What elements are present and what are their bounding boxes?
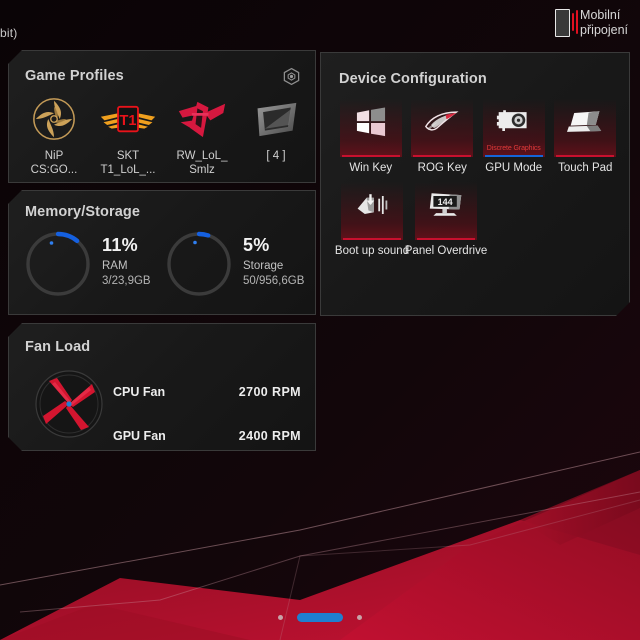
storage-detail: 50/956,6GB bbox=[243, 275, 305, 287]
memory-storage-title: Memory/Storage bbox=[25, 204, 141, 220]
windows-logo-icon bbox=[340, 105, 402, 139]
gpu-mode-underline bbox=[485, 155, 543, 157]
game-profiles-title: Game Profiles bbox=[25, 68, 124, 84]
game-profile-line1: RW_LoL_ bbox=[176, 150, 228, 162]
game-profile-line1: [ 4 ] bbox=[266, 150, 286, 162]
ram-label: RAM bbox=[102, 260, 128, 272]
hex-gear-icon[interactable] bbox=[282, 67, 301, 86]
game-profile-line2: T1_LoL_... bbox=[100, 164, 156, 176]
rog-key-label: ROG Key bbox=[417, 162, 467, 174]
game-profile-line2: Smlz bbox=[189, 164, 215, 176]
storage-gauge-text: 5% Storage 50/956,6GB bbox=[243, 229, 304, 287]
device-configuration-title: Device Configuration bbox=[339, 71, 487, 87]
device-item-touch-pad[interactable]: Touch Pad bbox=[550, 99, 622, 174]
boot-up-sound-underline bbox=[343, 238, 401, 240]
device-item-empty bbox=[552, 182, 621, 257]
device-configuration-row: Boot up sound 144 Panel Overdrive bbox=[335, 182, 621, 257]
win-key-underline bbox=[342, 155, 400, 157]
fan-row: CPU Fan 2700 RPM bbox=[113, 372, 301, 412]
win-key-tile[interactable] bbox=[340, 99, 402, 157]
boot-up-sound-label: Boot up sound bbox=[334, 245, 410, 257]
game-profile-label: RW_LoL_ Smlz bbox=[165, 149, 239, 177]
device-item-empty bbox=[483, 182, 552, 257]
game-profiles-list: NiP CS:GO... T1 SKT T1_LoL_... RW_LoL_ S… bbox=[17, 95, 307, 177]
ram-percent: 11% bbox=[102, 235, 138, 255]
game-profile-label: SKT T1_LoL_... bbox=[91, 149, 165, 177]
storage-gauge-ring bbox=[166, 231, 232, 297]
fan-blades-icon bbox=[33, 368, 105, 440]
mobile-connection-indicator[interactable]: Mobilní připojení bbox=[555, 8, 628, 38]
empty-slot-icon bbox=[245, 95, 307, 143]
active-window-pill[interactable] bbox=[297, 613, 343, 622]
storage-gauge-block: 5% Storage 50/956,6GB bbox=[164, 229, 305, 299]
gpu-fan-value: 2400 RPM bbox=[238, 429, 301, 443]
ram-gauge-block: 11% RAM 3/23,9GB bbox=[23, 229, 164, 299]
laptop-touchpad-icon bbox=[554, 105, 616, 139]
memory-storage-gauges: 11% RAM 3/23,9GB 5% Storage 50/956,6GB bbox=[23, 229, 305, 299]
ram-gauge-text: 11% RAM 3/23,9GB bbox=[102, 229, 151, 287]
memory-storage-panel: Memory/Storage 11% RAM 3/23,9GB 5% Stora… bbox=[8, 190, 316, 315]
graphics-card-icon bbox=[483, 105, 545, 139]
fan-load-panel: Fan Load CPU Fan 2700 RPM GPU Fan 2400 R… bbox=[8, 323, 316, 451]
ram-detail: 3/23,9GB bbox=[102, 275, 151, 287]
fan-row: GPU Fan 2400 RPM bbox=[113, 416, 301, 456]
game-profile-item[interactable]: [ 4 ] bbox=[239, 95, 313, 177]
game-profile-line2: CS:GO... bbox=[30, 164, 78, 176]
svg-text:T1: T1 bbox=[120, 112, 137, 128]
gpu-mode-state: Discrete Graphics bbox=[486, 145, 541, 152]
mobile-connection-line1: Mobilní bbox=[580, 8, 621, 22]
device-item-gpu-mode[interactable]: Discrete Graphics GPU Mode bbox=[478, 99, 550, 174]
taskbar-dot-right bbox=[357, 615, 362, 620]
window-title-fragment: bit) bbox=[0, 26, 18, 40]
game-profile-label: [ 4 ] bbox=[239, 149, 313, 163]
touch-pad-underline bbox=[556, 155, 614, 157]
game-profile-item[interactable]: RW_LoL_ Smlz bbox=[165, 95, 239, 177]
taskbar-dot-left bbox=[278, 615, 283, 620]
storage-percent: 5% bbox=[243, 235, 270, 255]
cpu-fan-value: 2700 RPM bbox=[238, 385, 301, 399]
svg-text:144: 144 bbox=[438, 197, 453, 207]
rog-eye-icon bbox=[411, 105, 473, 139]
device-item-rog-key[interactable]: ROG Key bbox=[407, 99, 479, 174]
panel-overdrive-tile[interactable]: 144 bbox=[415, 182, 477, 240]
rog-key-tile[interactable] bbox=[411, 99, 473, 157]
storage-label: Storage bbox=[243, 260, 284, 272]
win-key-label: Win Key bbox=[349, 162, 393, 174]
boot-up-sound-tile[interactable] bbox=[341, 182, 403, 240]
taskbar-indicator-group bbox=[0, 613, 640, 622]
rog-key-underline bbox=[413, 155, 471, 157]
rw-lol-arrow-icon bbox=[171, 95, 233, 143]
device-configuration-panel: Device Configuration Win Key ROG Key Dis… bbox=[320, 52, 630, 316]
monitor-144hz-icon: 144 bbox=[415, 188, 477, 222]
device-item-win-key[interactable]: Win Key bbox=[335, 99, 407, 174]
nip-ninja-star-icon bbox=[23, 95, 85, 143]
gpu-mode-tile[interactable]: Discrete Graphics bbox=[483, 99, 545, 157]
ram-gauge-ring bbox=[25, 231, 91, 297]
panel-overdrive-label: Panel Overdrive bbox=[404, 245, 488, 257]
device-configuration-grid: Win Key ROG Key Discrete Graphics GPU Mo… bbox=[335, 99, 621, 257]
mobile-connection-labels: Mobilní připojení bbox=[580, 8, 628, 38]
touch-pad-tile[interactable] bbox=[554, 99, 616, 157]
boot-sound-icon bbox=[341, 188, 403, 222]
skt-t1-wings-icon: T1 bbox=[97, 95, 159, 143]
panel-overdrive-underline bbox=[417, 238, 475, 240]
game-profile-label: NiP CS:GO... bbox=[17, 149, 91, 177]
game-profiles-panel: Game Profiles NiP CS:GO... T1 SKT T1_LoL… bbox=[8, 50, 316, 183]
game-profile-line1: NiP bbox=[44, 150, 64, 162]
touch-pad-label: Touch Pad bbox=[558, 162, 613, 174]
game-profile-line1: SKT bbox=[116, 150, 140, 162]
fan-load-title: Fan Load bbox=[25, 339, 91, 355]
device-item-boot-up-sound[interactable]: Boot up sound bbox=[335, 182, 409, 257]
game-profile-item[interactable]: T1 SKT T1_LoL_... bbox=[91, 95, 165, 177]
phone-signal-icon bbox=[555, 9, 578, 37]
gpu-mode-label: GPU Mode bbox=[485, 162, 543, 174]
device-configuration-row: Win Key ROG Key Discrete Graphics GPU Mo… bbox=[335, 99, 621, 174]
game-profile-item[interactable]: NiP CS:GO... bbox=[17, 95, 91, 177]
fan-load-rows: CPU Fan 2700 RPM GPU Fan 2400 RPM bbox=[113, 372, 301, 456]
mobile-connection-line2: připojení bbox=[580, 23, 628, 37]
gpu-fan-label: GPU Fan bbox=[113, 429, 166, 443]
device-item-panel-overdrive[interactable]: 144 Panel Overdrive bbox=[409, 182, 483, 257]
cpu-fan-label: CPU Fan bbox=[113, 385, 166, 399]
